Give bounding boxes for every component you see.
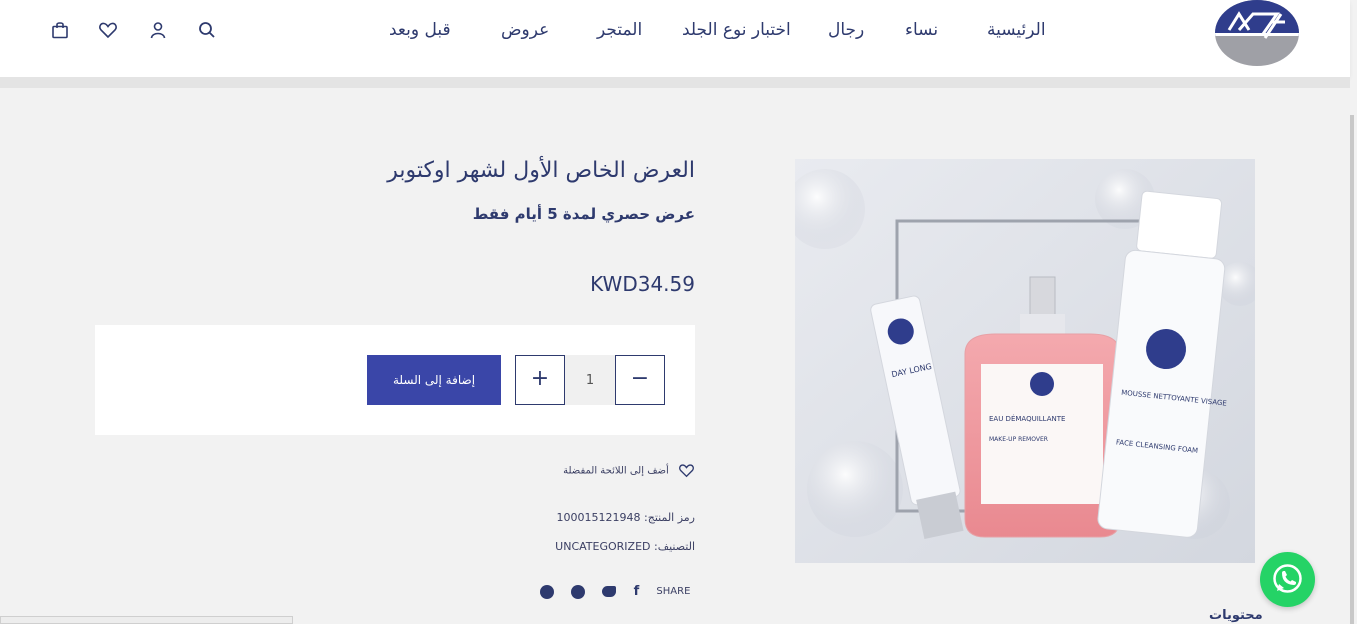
product-title: العرض الخاص الأول لشهر اوكتوبر: [387, 158, 695, 183]
browser-status-bar: [0, 616, 293, 624]
sku-value: 100015121948: [556, 511, 641, 524]
quantity-decrease-button[interactable]: −: [615, 355, 665, 405]
contents-label: محتويات: [1209, 608, 1263, 623]
sku-label: رمز المنتج:: [644, 511, 695, 524]
whatsapp-share-icon[interactable]: [540, 584, 554, 599]
nav-before-after[interactable]: قبل وبعد: [389, 20, 451, 44]
nav-home[interactable]: الرئيسية: [987, 20, 1046, 44]
category-row: التصنيف: UNCATEGORIZED: [555, 540, 695, 553]
add-to-wishlist-link[interactable]: أضف إلى اللائحة المفضلة: [563, 463, 695, 483]
share-label: SHARE: [656, 586, 691, 597]
nav-offers[interactable]: عروض: [501, 20, 549, 44]
search-icon[interactable]: [197, 20, 217, 40]
page-scrollbar[interactable]: [1350, 115, 1354, 624]
bottle-label: EAU DÉMAQUILLANTE: [989, 414, 1065, 423]
whatsapp-chat-button[interactable]: [1260, 552, 1315, 607]
category-label: التصنيف:: [654, 540, 695, 553]
quantity-input[interactable]: [565, 355, 615, 405]
facebook-share-icon[interactable]: f: [634, 584, 640, 599]
heart-icon: [679, 464, 694, 478]
twitter-share-icon[interactable]: [602, 586, 617, 597]
nav-skin-test[interactable]: اختبار نوع الجلد: [682, 20, 791, 44]
heart-icon[interactable]: [98, 20, 118, 40]
wishlist-label: أضف إلى اللائحة المفضلة: [563, 465, 669, 477]
quantity-increase-button[interactable]: +: [515, 355, 565, 405]
pinterest-share-icon[interactable]: [571, 584, 586, 599]
nav-women[interactable]: نساء: [905, 20, 938, 44]
nav-men[interactable]: رجال: [828, 20, 864, 44]
product-price: KWD34.59: [590, 272, 695, 296]
add-to-cart-button[interactable]: إضافة إلى السلة: [367, 355, 501, 405]
user-icon[interactable]: [148, 20, 168, 40]
nav-shop[interactable]: المتجر: [597, 20, 642, 44]
product-image[interactable]: DAY LONG EAU DÉMAQUILLANTE MAKE-UP REMOV…: [795, 159, 1255, 563]
category-value[interactable]: UNCATEGORIZED: [555, 540, 650, 553]
share-row: f SHARE: [540, 584, 690, 602]
brand-logo[interactable]: [1215, 0, 1299, 66]
bag-icon[interactable]: [50, 20, 70, 40]
header-separator: [0, 77, 1350, 88]
product-subtitle: عرض حصري لمدة 5 أيام فقط: [472, 205, 695, 223]
whatsapp-icon: [1273, 564, 1302, 593]
sku-row: رمز المنتج: 100015121948: [557, 511, 695, 524]
bottle-sublabel: MAKE-UP REMOVER: [989, 436, 1048, 443]
